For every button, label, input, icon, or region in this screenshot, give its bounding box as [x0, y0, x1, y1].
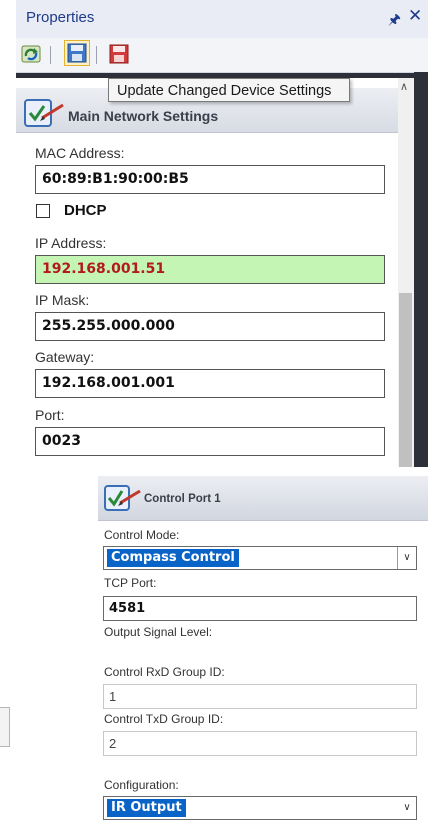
rxd-group-field[interactable]: 1 [103, 684, 417, 709]
control-mode-value: Compass Control [107, 549, 239, 567]
save-button[interactable] [64, 40, 90, 66]
chevron-down-icon[interactable]: ∨ [397, 547, 416, 569]
refresh-icon[interactable] [20, 43, 42, 65]
ip-mask-label: IP Mask: [35, 292, 90, 308]
checklist-pen-icon [104, 485, 141, 511]
ip-address-label: IP Address: [35, 235, 107, 251]
section-title: Main Network Settings [68, 108, 219, 124]
scroll-up-arrow-icon[interactable]: ∧ [400, 80, 408, 93]
gateway-field[interactable]: 192.168.001.001 [35, 369, 385, 398]
checklist-pen-icon [24, 99, 64, 127]
properties-title: Properties [26, 9, 95, 26]
chevron-down-icon[interactable]: ∨ [398, 797, 416, 819]
properties-header: Properties 🖈 ✕ [16, 0, 428, 39]
mac-address-label: MAC Address: [35, 145, 125, 161]
port-label: Port: [35, 407, 65, 423]
section-header-control-port[interactable]: Control Port 1 [98, 476, 428, 521]
mac-address-field[interactable]: 60:89:B1:90:00:B5 [35, 165, 385, 194]
toolbar-separator [96, 46, 97, 64]
dhcp-label: DHCP [64, 202, 107, 219]
save-icon [67, 43, 87, 63]
properties-panel: Properties 🖈 ✕ Main Network Settings MAC… [16, 0, 428, 467]
ip-address-field[interactable]: 192.168.001.51 [35, 255, 385, 284]
configuration-value: IR Output [107, 799, 186, 817]
save-red-icon[interactable] [108, 43, 130, 65]
rxd-group-label: Control RxD Group ID: [104, 665, 225, 679]
txd-group-label: Control TxD Group ID: [104, 712, 224, 726]
properties-toolbar [16, 38, 428, 73]
port-field[interactable]: 0023 [35, 427, 385, 456]
partial-window-edge [0, 707, 10, 747]
gateway-label: Gateway: [35, 349, 95, 365]
output-signal-label: Output Signal Level: [104, 625, 213, 639]
control-port-title: Control Port 1 [144, 493, 221, 505]
txd-group-field[interactable]: 2 [103, 731, 417, 756]
tcp-port-field[interactable]: 4581 [103, 596, 417, 621]
ip-mask-field[interactable]: 255.255.000.000 [35, 312, 385, 341]
control-mode-label: Control Mode: [104, 528, 180, 542]
pin-icon[interactable]: 🖈 [388, 9, 401, 33]
control-mode-select[interactable]: Compass Control ∨ [103, 546, 417, 570]
dhcp-checkbox[interactable] [36, 204, 50, 218]
tcp-port-label: TCP Port: [104, 576, 157, 590]
properties-content: Main Network Settings MAC Address: 60:89… [16, 78, 414, 467]
configuration-select[interactable]: IR Output ∨ [103, 796, 417, 820]
tooltip: Update Changed Device Settings [108, 78, 350, 102]
configuration-label: Configuration: [104, 778, 179, 792]
close-icon[interactable]: ✕ [408, 6, 422, 26]
scrollbar-thumb[interactable] [399, 293, 412, 467]
panel-border [414, 72, 428, 467]
toolbar-separator [50, 46, 51, 64]
